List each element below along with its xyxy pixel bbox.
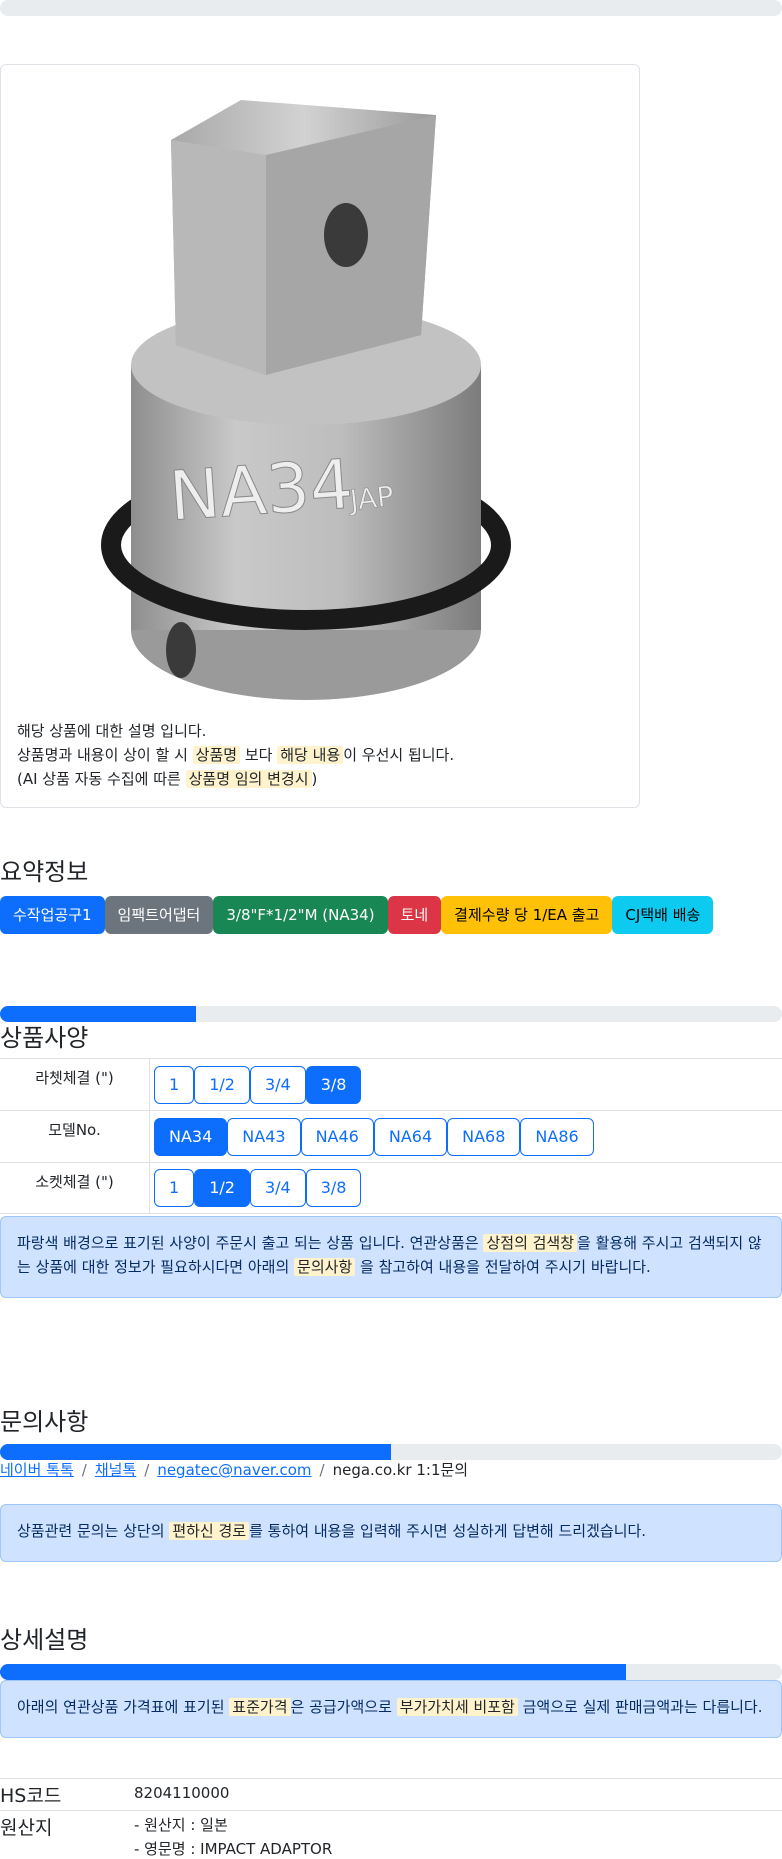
hs-code-value: 8204110000 xyxy=(134,1784,230,1802)
engraving-small-text: JAP xyxy=(346,480,395,518)
desc-text: 상품명과 내용이 상이 할 시 xyxy=(17,746,188,764)
spec-option-button[interactable]: 3/4 xyxy=(249,1065,306,1104)
origin-line-1: - 원산지 : 일본 xyxy=(134,1816,228,1834)
notice-text: 을 참고하여 내용을 전달하여 주시기 바랍니다. xyxy=(360,1258,651,1276)
spec-option-button[interactable]: 3/4 xyxy=(249,1169,306,1207)
desc-text: (AI 상품 자동 수집에 따른 xyxy=(17,770,181,788)
spec-label: 소켓체결 (") xyxy=(0,1163,150,1213)
detail-progress xyxy=(0,1664,782,1680)
summary-badge: CJ택배 배송 xyxy=(612,896,714,934)
spec-option-button[interactable]: 1/2 xyxy=(194,1065,250,1104)
origin-value: - 원산지 : 일본 - 영문명 : IMPACT ADAPTOR xyxy=(134,1811,332,1859)
hs-code-row: HS코드 8204110000 xyxy=(0,1778,782,1810)
spec-label: 모델No. xyxy=(0,1111,150,1162)
link-naver-talktalk[interactable]: 네이버 톡톡 xyxy=(0,1461,74,1479)
highlight-inquiry: 문의사항 xyxy=(294,1258,356,1276)
origin-line-2: - 영문명 : IMPACT ADAPTOR xyxy=(134,1840,333,1858)
origin-label: 원산지 xyxy=(0,1817,53,1839)
desc-line-1: 해당 상품에 대한 설명 입니다. xyxy=(17,722,207,740)
desc-text: 보다 xyxy=(244,746,273,764)
spec-option-button[interactable]: 1/2 xyxy=(194,1169,250,1207)
specs-progress xyxy=(0,1006,782,1022)
specs-notice: 파랑색 배경으로 표기된 사양이 주문시 출고 되는 상품 입니다. 연관상품은… xyxy=(0,1216,782,1298)
desc-text: 이 우선시 됩니다. xyxy=(343,746,455,764)
product-description: 해당 상품에 대한 설명 입니다. 상품명과 내용이 상이 할 시 상품명 보다… xyxy=(17,719,627,791)
notice-text: 은 공급가액으로 xyxy=(290,1698,392,1716)
inquiry-title: 문의사항 xyxy=(0,1408,89,1436)
spec-option-button[interactable]: 1 xyxy=(154,1065,195,1104)
inquiry-notice: 상품관련 문의는 상단의 편하신 경로 를 통하여 내용을 입력해 주시면 성실하… xyxy=(0,1504,782,1562)
highlight-product-name: 상품명 xyxy=(192,746,241,764)
inquiry-links: 네이버 톡톡 / 채널톡 / negatec@naver.com / nega.co.kr … xyxy=(0,1459,468,1480)
spec-options: 1 1/2 3/4 3/8 xyxy=(150,1059,362,1110)
spec-option-button[interactable]: NA64 xyxy=(373,1117,448,1156)
desc-text: ) xyxy=(311,770,318,788)
highlight-search: 상점의 검색창 xyxy=(483,1234,578,1252)
spec-options: 1 1/2 3/4 3/8 xyxy=(150,1163,362,1213)
summary-badge: 수작업공구1 xyxy=(0,896,105,934)
notice-text: 파랑색 배경으로 표기된 사양이 주문시 출고 되는 상품 입니다. 연관상품은 xyxy=(17,1234,479,1252)
spec-row: 라쳇체결 (") 1 1/2 3/4 3/8 xyxy=(0,1058,782,1110)
notice-text: 아래의 연관상품 가격표에 표기된 xyxy=(17,1698,225,1716)
engraving-text: NA34 xyxy=(167,445,356,537)
spec-option-button[interactable]: 3/8 xyxy=(305,1169,362,1207)
highlight-name-change: 상품명 임의 변경시 xyxy=(185,770,312,788)
product-image: NA34 JAP xyxy=(101,100,511,700)
highlight-route: 편하신 경로 xyxy=(169,1522,250,1540)
spec-option-button[interactable]: 3/8 xyxy=(305,1065,362,1104)
notice-text: 를 통하여 내용을 입력해 주시면 성실하게 답변해 드리겠습니다. xyxy=(249,1522,647,1540)
spec-options: NA34 NA43 NA46 NA64 NA68 NA86 xyxy=(150,1111,594,1162)
summary-badge: 토네 xyxy=(387,896,442,934)
summary-badge: 결제수량 당 1/EA 출고 xyxy=(441,896,613,934)
link-channel-talk[interactable]: 채널톡 xyxy=(95,1461,136,1479)
summary-badges: 수작업공구1 임팩트어댑터 3/8"F*1/2"M (NA34) 토네 결제수량 당 1… xyxy=(0,896,714,934)
spec-option-button[interactable]: NA46 xyxy=(300,1117,374,1156)
summary-title: 요약정보 xyxy=(0,858,89,886)
desc-line-2: 상품명과 내용이 상이 할 시 상품명 보다 해당 내용 이 우선시 됩니다. xyxy=(17,743,627,767)
summary-badge: 3/8"F*1/2"M (NA34) xyxy=(213,896,388,934)
notice-text: 금액으로 실제 판매금액과는 다릅니다. xyxy=(522,1698,763,1716)
spec-option-button[interactable]: 1 xyxy=(154,1169,195,1207)
link-separator: / xyxy=(319,1461,325,1479)
notice-text: 상품관련 문의는 상단의 xyxy=(17,1522,165,1540)
detail-title: 상세설명 xyxy=(0,1626,89,1654)
highlight-content: 해당 내용 xyxy=(277,746,344,764)
link-separator: / xyxy=(144,1461,150,1479)
spec-table: 라쳇체결 (") 1 1/2 3/4 3/8 모델No. NA34 NA43 NA46 NA64 N… xyxy=(0,1058,782,1214)
inquiry-progress xyxy=(0,1444,782,1460)
spec-option-button[interactable]: NA68 xyxy=(447,1117,521,1156)
detail-progress-fill xyxy=(0,1664,626,1680)
desc-line-3: (AI 상품 자동 수집에 따른 상품명 임의 변경시) xyxy=(17,767,627,791)
spec-label: 라쳇체결 (") xyxy=(0,1059,150,1110)
product-card: NA34 JAP 해당 상품에 대한 설명 입니다. 상품명과 내용이 상이 할… xyxy=(0,64,640,808)
summary-badge: 임팩트어댑터 xyxy=(104,896,214,934)
specs-title: 상품사양 xyxy=(0,1024,89,1052)
highlight-standard-price: 표준가격 xyxy=(229,1698,291,1716)
spec-row: 소켓체결 (") 1 1/2 3/4 3/8 xyxy=(0,1162,782,1214)
spec-row: 모델No. NA34 NA43 NA46 NA64 NA68 NA86 xyxy=(0,1110,782,1162)
spec-option-button[interactable]: NA86 xyxy=(520,1117,594,1156)
link-email[interactable]: negatec@naver.com xyxy=(157,1461,311,1479)
top-scroll-bar xyxy=(0,0,782,16)
inquiry-progress-fill xyxy=(0,1444,391,1460)
highlight-vat: 부가가치세 비포함 xyxy=(396,1698,518,1716)
hs-code-label: HS코드 xyxy=(0,1785,62,1807)
detail-notice: 아래의 연관상품 가격표에 표기된 표준가격 은 공급가액으로 부가가치세 비포함… xyxy=(0,1680,782,1738)
spec-option-button[interactable]: NA34 xyxy=(154,1117,228,1156)
inquiry-site-text: nega.co.kr 1:1문의 xyxy=(332,1461,469,1479)
spec-option-button[interactable]: NA43 xyxy=(227,1117,301,1156)
origin-row: 원산지 - 원산지 : 일본 - 영문명 : IMPACT ADAPTOR xyxy=(0,1810,782,1859)
link-separator: / xyxy=(81,1461,87,1479)
